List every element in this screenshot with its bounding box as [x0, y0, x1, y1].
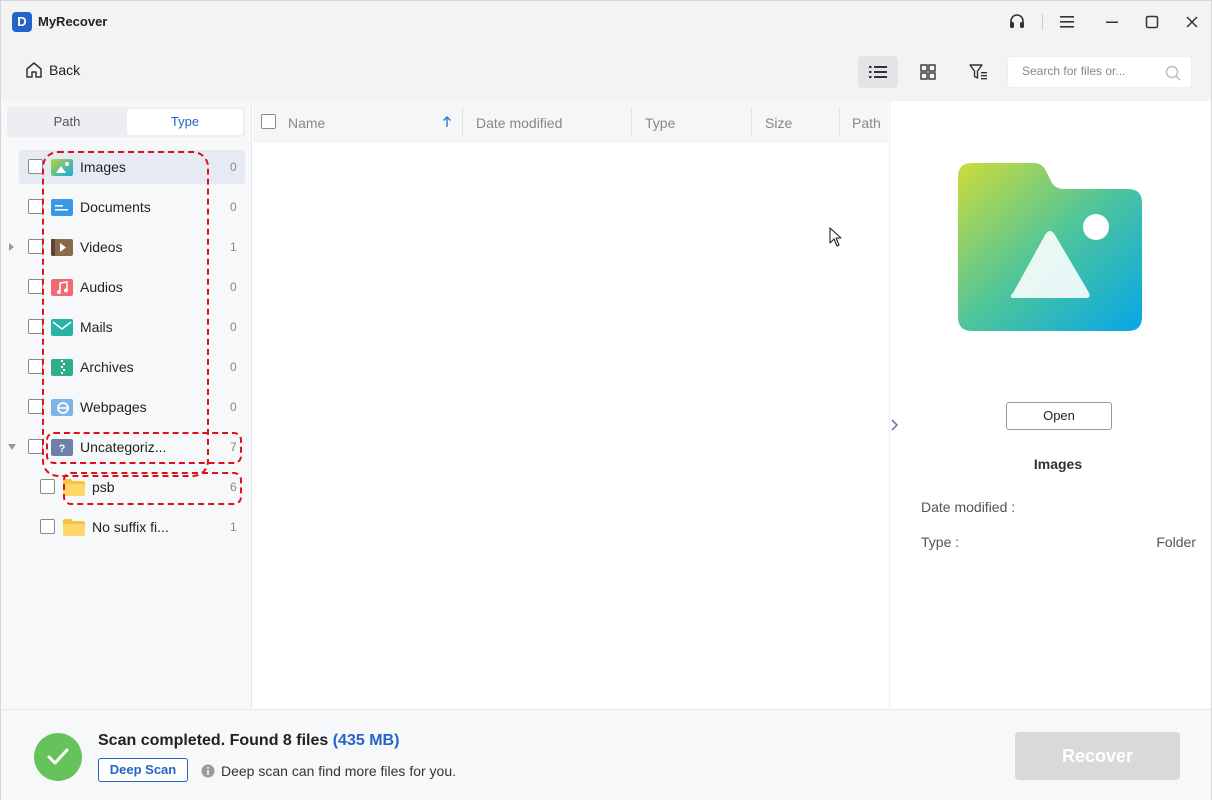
view-mode-switch: Path Type	[7, 107, 245, 137]
menu-icon[interactable]	[1054, 9, 1080, 35]
scan-status: Scan completed. Found 8 files (435 MB)	[98, 732, 399, 750]
success-check-icon	[34, 733, 82, 781]
type-tree-panel: Path Type Images 0 Documents 0 Videos 1	[1, 101, 252, 709]
tree-count: 0	[230, 400, 237, 414]
title-bar: D MyRecover	[1, 1, 1211, 41]
maximize-icon[interactable]	[1139, 9, 1165, 35]
tree-count: 1	[230, 240, 237, 254]
column-divider[interactable]	[462, 107, 463, 135]
list-header: Name Date modified Type Size Path	[253, 101, 888, 142]
tree-count: 0	[230, 160, 237, 174]
preview-panel: Open Images Date modified : Type : Folde…	[889, 101, 1211, 709]
titlebar-divider	[1042, 14, 1043, 30]
deep-scan-hint-text: Deep scan can find more files for you.	[221, 763, 457, 779]
archives-checkbox[interactable]	[28, 359, 43, 374]
status-footer: Scan completed. Found 8 files (435 MB) D…	[1, 709, 1211, 800]
tree-label: No suffix fi...	[92, 519, 169, 535]
tree-count: 1	[230, 520, 237, 534]
column-divider[interactable]	[839, 107, 840, 135]
deep-scan-hint: Deep scan can find more files for you.	[201, 763, 456, 779]
toolbar: Back	[1, 41, 1211, 101]
column-divider[interactable]	[751, 107, 752, 135]
psb-checkbox[interactable]	[40, 479, 55, 494]
tab-type[interactable]: Type	[127, 109, 243, 135]
select-all-checkbox[interactable]	[261, 114, 276, 129]
annotation-outline-categories	[42, 151, 209, 477]
date-modified-label: Date modified :	[921, 499, 1016, 515]
annotation-outline-uncategorized	[46, 432, 242, 464]
home-icon	[26, 62, 42, 78]
type-label: Type :	[921, 534, 960, 550]
search-input[interactable]	[1022, 64, 1162, 78]
type-value: Folder	[1156, 534, 1196, 550]
mails-checkbox[interactable]	[28, 319, 43, 334]
search-box	[1007, 56, 1192, 88]
file-list: Name Date modified Type Size Path	[253, 101, 888, 709]
search-icon[interactable]	[1165, 65, 1181, 81]
tree-count: 0	[230, 280, 237, 294]
expand-arrow-icon[interactable]	[8, 242, 16, 252]
tree-count: 0	[230, 320, 237, 334]
column-name[interactable]: Name	[288, 115, 325, 131]
column-date-modified[interactable]: Date modified	[476, 115, 562, 131]
webpages-checkbox[interactable]	[28, 399, 43, 414]
collapse-preview-icon[interactable]	[890, 419, 900, 431]
recover-button[interactable]: Recover	[1015, 732, 1180, 780]
scan-status-size: (435 MB)	[332, 732, 400, 749]
open-button[interactable]: Open	[1006, 402, 1112, 430]
tree-item-no-suffix-files[interactable]: No suffix fi... 1	[19, 510, 245, 544]
collapse-arrow-icon[interactable]	[7, 443, 17, 451]
no-suffix-checkbox[interactable]	[40, 519, 55, 534]
annotation-outline-psb	[63, 472, 242, 505]
folder-icon	[63, 519, 85, 536]
back-button[interactable]: Back	[25, 61, 80, 79]
app-title: MyRecover	[38, 14, 108, 29]
app-window: D MyRecover Back Search for files or... …	[0, 0, 1212, 800]
close-icon[interactable]	[1179, 9, 1205, 35]
scan-status-text: Scan completed. Found 8 files	[98, 732, 329, 749]
column-size[interactable]: Size	[765, 115, 792, 131]
column-type[interactable]: Type	[645, 115, 675, 131]
app-logo-icon: D	[12, 12, 32, 32]
uncategorized-checkbox[interactable]	[28, 439, 43, 454]
minimize-icon[interactable]	[1099, 9, 1125, 35]
back-label: Back	[49, 62, 81, 78]
sort-ascending-icon[interactable]	[442, 116, 452, 128]
tree-count: 0	[230, 200, 237, 214]
tree-count: 0	[230, 360, 237, 374]
preview-title: Images	[1033, 456, 1083, 472]
audios-checkbox[interactable]	[28, 279, 43, 294]
deep-scan-button[interactable]: Deep Scan	[98, 758, 188, 782]
info-icon	[201, 764, 215, 778]
list-view-icon	[869, 66, 887, 78]
column-divider[interactable]	[631, 107, 632, 135]
tab-path[interactable]: Path	[9, 109, 125, 135]
column-path[interactable]: Path	[852, 115, 881, 131]
mouse-cursor-icon	[829, 227, 842, 247]
grid-view-button[interactable]	[908, 56, 948, 88]
images-folder-preview-icon	[958, 163, 1142, 331]
filter-button[interactable]	[958, 56, 998, 88]
documents-checkbox[interactable]	[28, 199, 43, 214]
list-view-button[interactable]	[858, 56, 898, 88]
videos-checkbox[interactable]	[28, 239, 43, 254]
images-checkbox[interactable]	[28, 159, 43, 174]
grid-view-icon	[920, 64, 936, 80]
support-headset-icon[interactable]	[1004, 9, 1030, 35]
filter-icon	[969, 64, 987, 80]
